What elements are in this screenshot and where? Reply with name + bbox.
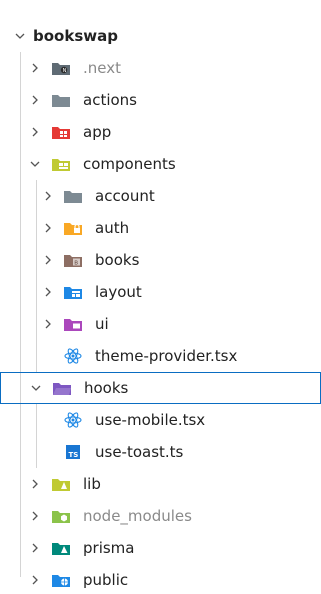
layout-folder-icon — [64, 284, 82, 300]
folder-row-prisma[interactable]: prisma — [0, 532, 321, 564]
folder-label: layout — [95, 283, 142, 301]
chevron-right-icon[interactable] — [27, 60, 43, 76]
chevron-down-icon[interactable] — [27, 156, 43, 172]
lib-folder-icon — [52, 476, 70, 492]
folder-row-ui[interactable]: ui — [0, 308, 321, 340]
folder-row-auth[interactable]: auth — [0, 212, 321, 244]
chevron-right-icon[interactable] — [27, 124, 43, 140]
chevron-right-icon[interactable] — [40, 284, 56, 300]
chevron-down-icon[interactable] — [28, 380, 44, 396]
file-label: use-mobile.tsx — [95, 411, 206, 429]
auth-folder-icon — [64, 220, 82, 236]
chevron-right-icon[interactable] — [40, 220, 56, 236]
folder-label: public — [83, 571, 129, 589]
hooks-folder-icon — [53, 380, 71, 396]
chevron-right-icon[interactable] — [40, 252, 56, 268]
folder-label: actions — [83, 91, 137, 109]
folder-row-next[interactable]: N .next — [0, 52, 321, 84]
file-row-theme-provider[interactable]: theme-provider.tsx — [0, 340, 321, 372]
typescript-icon: TS — [64, 444, 82, 460]
folder-row-books[interactable]: B books — [0, 244, 321, 276]
react-icon — [64, 348, 82, 364]
folder-label: .next — [83, 59, 121, 77]
next-folder-icon: N — [52, 60, 70, 76]
folder-row-app[interactable]: app — [0, 116, 321, 148]
node-modules-folder-icon — [52, 508, 70, 524]
folder-row-components[interactable]: components — [0, 148, 321, 180]
svg-text:TS: TS — [69, 451, 79, 459]
file-label: theme-provider.tsx — [95, 347, 238, 365]
folder-label: node_modules — [83, 507, 192, 525]
chevron-right-icon[interactable] — [27, 572, 43, 588]
folder-row-lib[interactable]: lib — [0, 468, 321, 500]
books-folder-icon: B — [64, 252, 82, 268]
folder-label: auth — [95, 219, 130, 237]
prisma-folder-icon — [52, 540, 70, 556]
root-label: bookswap — [33, 27, 118, 45]
folder-icon — [64, 188, 82, 204]
explorer-root-bookswap[interactable]: bookswap — [0, 20, 321, 52]
folder-label: hooks — [84, 379, 129, 397]
ui-folder-icon — [64, 316, 82, 332]
chevron-right-icon[interactable] — [27, 540, 43, 556]
chevron-right-icon[interactable] — [40, 316, 56, 332]
public-folder-icon — [52, 572, 70, 588]
file-row-use-mobile[interactable]: use-mobile.tsx — [0, 404, 321, 436]
folder-row-actions[interactable]: actions — [0, 84, 321, 116]
chevron-right-icon[interactable] — [27, 92, 43, 108]
folder-label: prisma — [83, 539, 135, 557]
folder-icon — [52, 92, 70, 108]
folder-row-public[interactable]: public — [0, 564, 321, 594]
app-folder-icon — [52, 124, 70, 140]
folder-label: app — [83, 123, 112, 141]
chevron-right-icon[interactable] — [40, 188, 56, 204]
chevron-right-icon[interactable] — [27, 476, 43, 492]
react-icon — [64, 412, 82, 428]
svg-text:N: N — [63, 68, 67, 74]
components-folder-icon — [52, 156, 70, 172]
folder-row-account[interactable]: account — [0, 180, 321, 212]
folder-row-hooks[interactable]: hooks — [0, 372, 321, 404]
chevron-down-icon[interactable] — [12, 28, 28, 44]
folder-label: ui — [95, 315, 109, 333]
folder-row-layout[interactable]: layout — [0, 276, 321, 308]
folder-label: books — [95, 251, 140, 269]
file-label: use-toast.ts — [95, 443, 184, 461]
svg-text:B: B — [74, 260, 78, 266]
chevron-right-icon[interactable] — [27, 508, 43, 524]
folder-label: account — [95, 187, 155, 205]
folder-row-node-modules[interactable]: node_modules — [0, 500, 321, 532]
folder-label: lib — [83, 475, 101, 493]
file-row-use-toast[interactable]: TS use-toast.ts — [0, 436, 321, 468]
folder-label: components — [83, 155, 176, 173]
file-explorer: bookswap N .next actions app components … — [0, 0, 321, 594]
